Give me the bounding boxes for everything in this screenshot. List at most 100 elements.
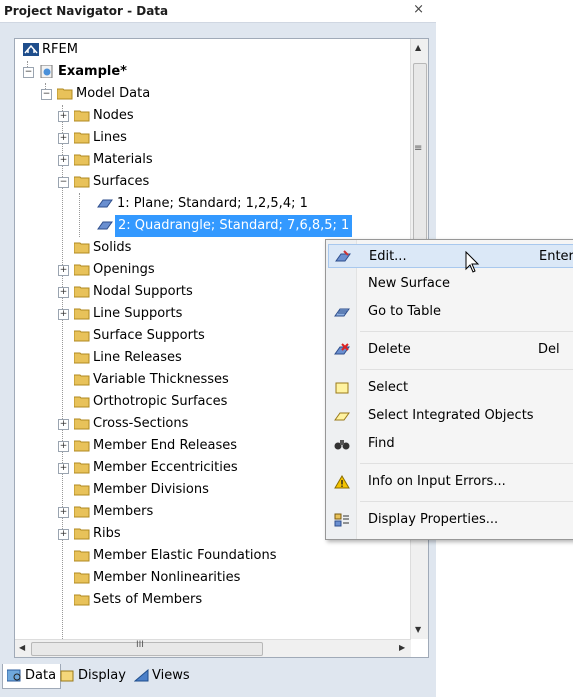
folder-icon: [74, 242, 90, 254]
tree-item-label: Cross-Sections: [93, 416, 189, 431]
scroll-grip: ≡: [414, 143, 423, 154]
tree-item-label: Orthotropic Surfaces: [93, 394, 228, 409]
folder-icon: [74, 396, 90, 408]
tree-item-label: Nodal Supports: [93, 284, 193, 299]
scroll-grip: III: [136, 640, 144, 650]
data-tab-icon: [7, 669, 21, 682]
menu-item-new-surface[interactable]: New Surface: [328, 272, 573, 296]
edit-icon: [335, 250, 351, 262]
folder-icon: [74, 154, 90, 166]
folder-icon: [74, 374, 90, 386]
expand-icon[interactable]: +: [58, 287, 69, 298]
folder-icon: [74, 550, 90, 562]
expand-icon[interactable]: +: [58, 463, 69, 474]
tab-label: Data: [25, 668, 57, 683]
menu-item-display-properties[interactable]: Display Properties...: [328, 508, 573, 532]
menu-item-label: New Surface: [368, 276, 451, 291]
menu-item-label: Select: [368, 380, 409, 395]
panel-titlebar: Project Navigator - Data ×: [0, 0, 436, 23]
folder-icon: [74, 506, 90, 518]
menu-item-go-to-table[interactable]: Go to Table: [328, 300, 573, 324]
menu-separator: [360, 369, 573, 370]
context-menu: Edit... Enter New Surface Go to Table De…: [325, 239, 573, 540]
tree-item-label: Surface Supports: [93, 328, 205, 343]
menu-item-delete[interactable]: Delete Del: [328, 338, 573, 362]
folder-icon: [74, 572, 90, 584]
tree-item-label: Solids: [93, 240, 132, 255]
tree-root-label: RFEM: [42, 42, 78, 57]
delete-icon: [334, 343, 350, 355]
horizontal-scroll-thumb[interactable]: III: [31, 640, 263, 656]
scroll-left-icon[interactable]: ◀: [19, 643, 25, 652]
menu-item-edit[interactable]: Edit... Enter: [328, 244, 573, 268]
folder-icon: [74, 286, 90, 298]
menu-item-select-integrated[interactable]: Select Integrated Objects: [328, 404, 573, 428]
menu-separator: [360, 331, 573, 332]
menu-separator: [360, 463, 573, 464]
navigator-tabs: Data Display Views: [0, 660, 436, 697]
close-icon[interactable]: ×: [413, 2, 424, 17]
expand-icon[interactable]: +: [58, 441, 69, 452]
folder-icon: [74, 352, 90, 364]
folder-icon: [74, 330, 90, 342]
collapse-icon[interactable]: −: [41, 89, 52, 100]
views-tab-icon: [134, 669, 149, 682]
scroll-up-icon[interactable]: ▲: [415, 43, 421, 52]
expand-icon[interactable]: +: [58, 419, 69, 430]
folder-icon: [74, 418, 90, 430]
tab-views[interactable]: Views: [130, 664, 194, 688]
folder-open-icon: [57, 88, 73, 100]
folder-icon: [74, 594, 90, 606]
folder-icon: [74, 462, 90, 474]
scroll-right-icon[interactable]: ▶: [399, 643, 405, 652]
tree-item-label: Member Divisions: [93, 482, 209, 497]
tree-item-label-selected: 2: Quadrangle; Standard; 7,6,8,5; 1: [115, 215, 353, 237]
folder-icon: [74, 440, 90, 452]
select-integrated-icon: [334, 412, 350, 421]
expand-icon[interactable]: +: [58, 265, 69, 276]
mouse-cursor-icon: [465, 251, 480, 273]
menu-item-info-input-errors[interactable]: Info on Input Errors...: [328, 470, 573, 494]
menu-item-shortcut: Enter: [539, 249, 573, 264]
display-properties-icon: [334, 513, 349, 527]
folder-icon: [74, 308, 90, 320]
tree-item-label: Variable Thicknesses: [93, 372, 229, 387]
horizontal-scrollbar[interactable]: ◀ III ▶: [15, 639, 411, 657]
binoculars-icon: [334, 440, 350, 450]
surface-icon: [97, 199, 113, 208]
tree-item-label: Sets of Members: [93, 592, 203, 607]
rfem-icon: [23, 43, 39, 56]
expand-icon[interactable]: +: [58, 155, 69, 166]
menu-item-select[interactable]: Select: [328, 376, 573, 400]
tree-model-data-label: Model Data: [76, 86, 151, 101]
tab-data[interactable]: Data: [2, 664, 62, 689]
expand-icon[interactable]: +: [58, 111, 69, 122]
folder-icon: [74, 484, 90, 496]
menu-item-label: Info on Input Errors...: [368, 474, 506, 489]
vertical-scroll-thumb[interactable]: [413, 63, 427, 255]
expand-icon[interactable]: +: [58, 309, 69, 320]
tab-display[interactable]: Display: [56, 664, 130, 688]
menu-item-find[interactable]: Find: [328, 432, 573, 456]
collapse-icon[interactable]: −: [58, 177, 69, 188]
tree-item-label: Line Releases: [93, 350, 182, 365]
menu-item-label: Find: [368, 436, 395, 451]
table-icon: [334, 308, 350, 317]
expand-icon[interactable]: +: [58, 133, 69, 144]
menu-item-shortcut: Del: [538, 342, 560, 357]
menu-separator: [360, 501, 573, 502]
expand-icon[interactable]: +: [58, 529, 69, 540]
collapse-icon[interactable]: −: [23, 67, 34, 78]
menu-item-label: Select Integrated Objects: [368, 408, 534, 423]
tab-label: Display: [78, 668, 126, 683]
tree-item-label: Nodes: [93, 108, 134, 123]
warning-icon: [334, 475, 350, 489]
folder-icon: [74, 132, 90, 144]
scroll-down-icon[interactable]: ▼: [415, 625, 421, 634]
select-icon: [335, 382, 349, 394]
menu-item-label: Go to Table: [368, 304, 441, 319]
tree-item-label: Member Nonlinearities: [93, 570, 241, 585]
expand-icon[interactable]: +: [58, 507, 69, 518]
menu-item-label: Display Properties...: [368, 512, 499, 527]
surface-icon: [97, 221, 113, 230]
